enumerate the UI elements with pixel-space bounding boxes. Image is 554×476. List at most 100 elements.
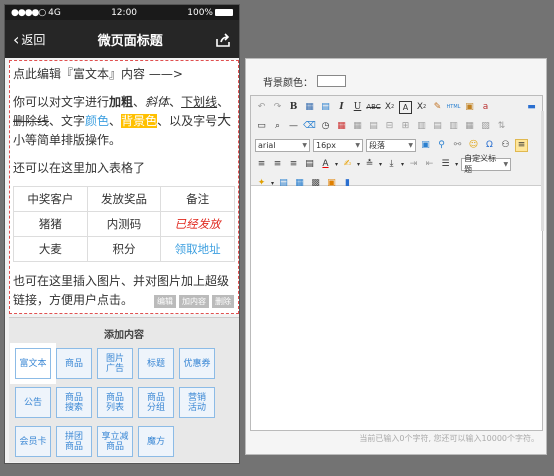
- format-brush-icon[interactable]: ▤: [319, 101, 332, 114]
- nav-bar: ‹ 返回 微页面标题: [5, 20, 239, 58]
- add-goods-search-button[interactable]: 商品 搜索: [56, 387, 92, 418]
- add-notice-button[interactable]: 公告: [15, 387, 51, 418]
- edit-button[interactable]: 编辑: [154, 295, 176, 308]
- special-char-icon[interactable]: Ω: [483, 139, 496, 152]
- add-content-grid: 富文本 商品 图片 广告 标题 优惠券 公告 商品 搜索 商品 列表 商品 分组…: [9, 345, 239, 460]
- add-goods-list-button[interactable]: 商品 列表: [97, 387, 133, 418]
- undo-icon[interactable]: ↶: [255, 101, 268, 114]
- editor-toolbar: ↶ ↷ B ▦ ▤ I U ABC X2 A X2 ✎ HTML ▣ a ▬ ▭…: [251, 96, 542, 188]
- scrollbar[interactable]: [541, 111, 544, 231]
- strikethrough-icon[interactable]: ABC: [366, 101, 380, 114]
- template-icon[interactable]: ▤: [277, 177, 290, 190]
- delete-button[interactable]: 删除: [212, 295, 234, 308]
- bg-color-picker[interactable]: [317, 75, 346, 87]
- back-button[interactable]: ‹ 返回: [13, 30, 45, 49]
- border-a-icon[interactable]: A: [399, 100, 412, 114]
- bold-icon[interactable]: B: [287, 101, 300, 114]
- chevron-down-icon: ▼: [355, 141, 360, 149]
- find-replace-icon[interactable]: ⚇: [499, 139, 512, 152]
- unlink-icon[interactable]: ⚯: [451, 139, 464, 152]
- block-actions: 编辑 加内容 删除: [154, 295, 234, 308]
- font-size-select[interactable]: 16px ▼: [313, 138, 363, 152]
- phone-preview: ●●●●○ 4G 12:00 100% ‹ 返回 微页面标题 点此编辑『富文本』内…: [4, 4, 240, 464]
- font-family-select[interactable]: arial ▼: [255, 138, 310, 152]
- table-insert-icon[interactable]: ▦: [351, 120, 364, 133]
- split-cell-icon[interactable]: ⊟: [383, 120, 396, 133]
- battery-level: 100%: [187, 7, 213, 18]
- delete-row-icon[interactable]: ▤: [431, 120, 444, 133]
- paragraph-spacing-icon[interactable]: ⤓: [385, 158, 398, 171]
- date-icon[interactable]: ▦: [335, 120, 348, 133]
- rich-text-paragraph: 你可以对文字进行加粗、斜体、下划线、删除线、文字颜色、背景色、以及字号大小等简单…: [13, 95, 232, 147]
- rich-text-intro: 点此编辑『富文本』内容 ——>: [13, 67, 183, 81]
- insert-col-icon[interactable]: ⊞: [399, 120, 412, 133]
- line-height-icon[interactable]: ≛: [363, 158, 376, 171]
- highlight-color-icon[interactable]: ✍: [341, 158, 354, 171]
- delete-col-icon[interactable]: ▥: [447, 120, 460, 133]
- list-icon[interactable]: ☰: [439, 158, 452, 171]
- magic-icon[interactable]: ✦: [255, 177, 268, 190]
- emotion-icon[interactable]: ☺: [467, 139, 480, 152]
- rich-text-block[interactable]: 点此编辑『富文本』内容 ——> 你可以对文字进行加粗、斜体、下划线、删除线、文字…: [9, 60, 239, 314]
- custom-title-select[interactable]: 自定义标题 ▼: [461, 154, 512, 174]
- indent-icon[interactable]: ⇥: [407, 158, 420, 171]
- attachment-icon[interactable]: ▩: [309, 177, 322, 190]
- superscript-icon[interactable]: X2: [415, 101, 428, 114]
- image-icon[interactable]: ▣: [419, 139, 432, 152]
- html-icon[interactable]: HTML: [447, 101, 461, 114]
- add-group-buy-button[interactable]: 拼团 商品: [56, 426, 92, 457]
- source-icon[interactable]: ▦: [303, 101, 316, 114]
- add-member-card-button[interactable]: 会员卡: [15, 426, 51, 457]
- chevron-down-icon: ▼: [503, 160, 509, 168]
- table-link[interactable]: 领取地址: [160, 236, 235, 262]
- eraser-icon[interactable]: ⌫: [303, 120, 316, 133]
- table-props-icon[interactable]: ▧: [479, 120, 492, 133]
- add-title-button[interactable]: 标题: [138, 348, 174, 379]
- align-left-icon[interactable]: ≡: [255, 158, 268, 171]
- add-content-panel: 添加内容 富文本 商品 图片 广告 标题 优惠券 公告 商品 搜索 商品 列表 …: [9, 317, 239, 462]
- add-coupon-button[interactable]: 优惠券: [179, 348, 215, 379]
- search-icon[interactable]: ⌕: [271, 120, 284, 133]
- time-icon[interactable]: ◷: [319, 120, 332, 133]
- insert-row-icon[interactable]: ▤: [367, 120, 380, 133]
- align-right-icon[interactable]: ≡: [287, 158, 300, 171]
- italic-icon[interactable]: I: [335, 101, 348, 114]
- paragraph-select[interactable]: 段落 ▼: [366, 138, 416, 152]
- print-icon[interactable]: ▭: [255, 120, 268, 133]
- link-icon[interactable]: ⚲: [435, 139, 448, 152]
- delete-table-icon[interactable]: ▦: [463, 120, 476, 133]
- add-image-ad-button[interactable]: 图片 广告: [97, 348, 133, 379]
- outdent-icon[interactable]: ⇤: [423, 158, 436, 171]
- status-bar: ●●●●○ 4G 12:00 100%: [5, 5, 239, 20]
- chevron-left-icon: ‹: [13, 29, 20, 49]
- status-time: 12:00: [111, 7, 138, 18]
- video-icon[interactable]: ▣: [325, 177, 338, 190]
- font-color-icon[interactable]: A: [319, 158, 332, 171]
- doc-icon[interactable]: ▮: [341, 177, 354, 190]
- add-discount-goods-button[interactable]: 享立减 商品: [97, 426, 133, 457]
- carrier: 4G: [48, 7, 61, 18]
- merge-cells-icon[interactable]: ▥: [415, 120, 428, 133]
- share-icon[interactable]: [215, 32, 231, 47]
- align-center-icon[interactable]: ≡: [271, 158, 284, 171]
- editor-content-area[interactable]: [251, 186, 542, 430]
- preview-icon[interactable]: ▬: [525, 101, 538, 114]
- align-justify-icon[interactable]: ≡: [515, 138, 528, 152]
- underline-icon[interactable]: U: [351, 101, 364, 114]
- subscript-icon[interactable]: X2: [383, 101, 396, 114]
- paste-icon[interactable]: ▣: [463, 101, 476, 114]
- format-match-icon[interactable]: a: [479, 101, 492, 114]
- align-distributed-icon[interactable]: ▤: [303, 158, 316, 171]
- add-marketing-button[interactable]: 营销 活动: [179, 387, 215, 418]
- redo-icon[interactable]: ↷: [271, 101, 284, 114]
- add-goods-group-button[interactable]: 商品 分组: [138, 387, 174, 418]
- add-content-title: 添加内容: [9, 317, 239, 345]
- horizontal-rule-icon[interactable]: —: [287, 120, 300, 133]
- add-goods-button[interactable]: 商品: [56, 348, 92, 379]
- text-direction-icon[interactable]: ⇅: [495, 120, 508, 133]
- gallery-icon[interactable]: ▦: [293, 177, 306, 190]
- clear-format-icon[interactable]: ✎: [431, 101, 444, 114]
- add-content-button[interactable]: 加内容: [179, 295, 209, 308]
- add-rich-text-button[interactable]: 富文本: [15, 348, 51, 379]
- add-cube-button[interactable]: 魔方: [138, 426, 174, 457]
